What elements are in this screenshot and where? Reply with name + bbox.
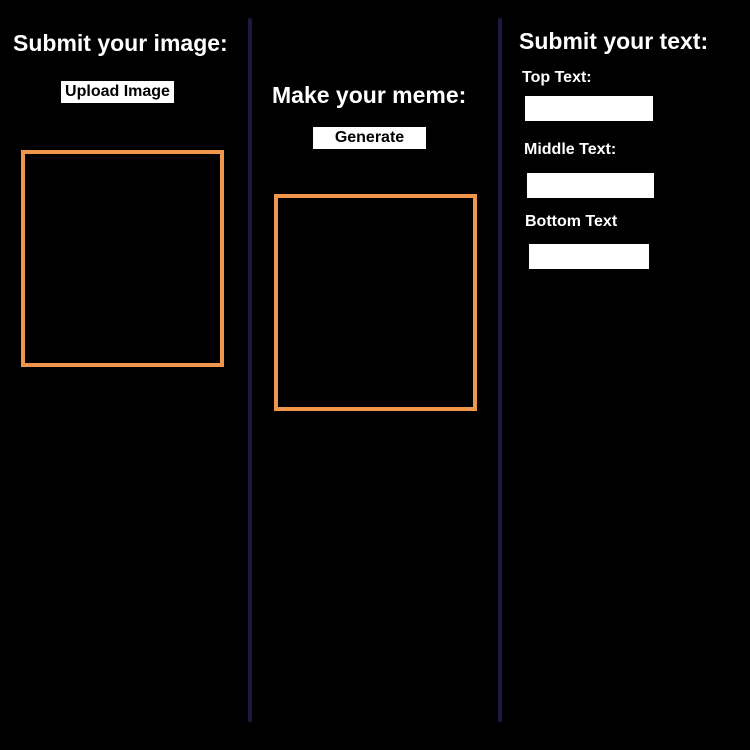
column-divider-left xyxy=(248,18,252,722)
uploaded-image-preview xyxy=(21,150,224,367)
generate-button[interactable]: Generate xyxy=(313,127,426,149)
middle-text-label: Middle Text: xyxy=(524,141,617,158)
upload-image-button[interactable]: Upload Image xyxy=(61,81,174,103)
meme-output-preview xyxy=(274,194,477,411)
bottom-text-label: Bottom Text xyxy=(525,213,618,230)
middle-text-input[interactable] xyxy=(527,173,654,198)
meme-generator-page: Submit your image: Upload Image Make you… xyxy=(0,0,750,750)
top-text-label: Top Text: xyxy=(522,69,592,86)
submit-text-heading: Submit your text: xyxy=(519,28,709,54)
column-divider-right xyxy=(498,18,502,722)
make-meme-heading: Make your meme: xyxy=(272,82,467,108)
top-text-input[interactable] xyxy=(525,96,653,121)
submit-image-heading: Submit your image: xyxy=(13,30,228,56)
bottom-text-input[interactable] xyxy=(529,244,649,269)
